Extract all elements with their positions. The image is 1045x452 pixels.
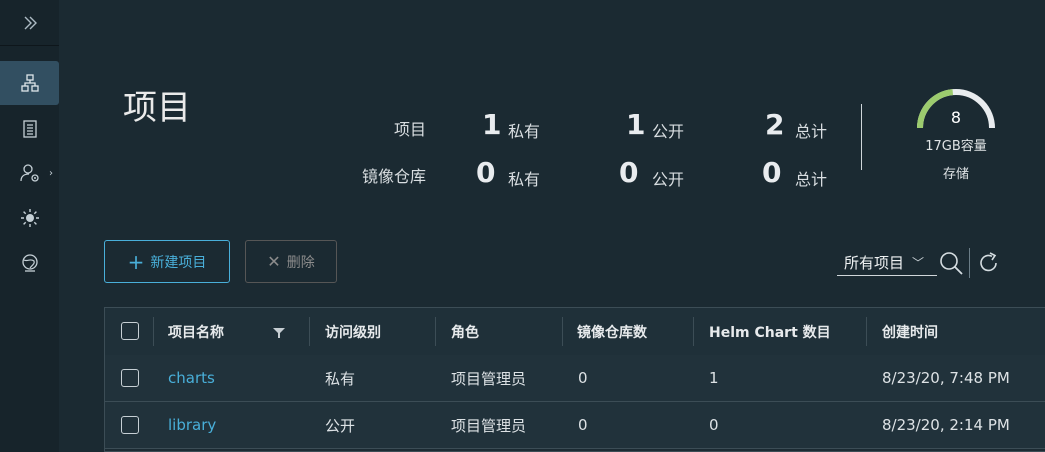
projects-total-count: 2 bbox=[765, 108, 785, 141]
column-header-repos[interactable]: 镜像仓库数 bbox=[577, 308, 647, 355]
delete-label: 删除 bbox=[286, 254, 315, 271]
repos-public-count: 0 bbox=[619, 156, 639, 189]
plus-icon: + bbox=[127, 249, 145, 274]
column-separator bbox=[562, 317, 563, 346]
role: 项目管理员 bbox=[451, 416, 527, 435]
project-name-link[interactable]: charts bbox=[168, 355, 215, 401]
delete-button[interactable]: ✕ 删除 bbox=[245, 240, 337, 283]
sitemap-icon bbox=[20, 74, 39, 92]
new-project-button[interactable]: + 新建项目 bbox=[104, 240, 230, 283]
table-row: library 公开 项目管理员 0 0 8/23/20, 2:14 PM bbox=[105, 402, 1045, 449]
page-title: 项目 bbox=[123, 88, 191, 128]
filter-icon[interactable] bbox=[273, 328, 285, 338]
sidebar-item-logs[interactable] bbox=[0, 107, 59, 151]
project-filter-select[interactable]: 所有项目 ﹀ bbox=[837, 249, 937, 276]
column-separator bbox=[693, 317, 694, 346]
select-all-checkbox[interactable] bbox=[121, 322, 139, 340]
projects-table: 项目名称 访问级别 角色 镜像仓库数 Helm Chart 数目 创建时间 ch… bbox=[104, 307, 1045, 452]
new-project-label: 新建项目 bbox=[150, 254, 207, 271]
repos-public-label: 公开 bbox=[652, 170, 685, 189]
sidebar-item-admin[interactable]: › bbox=[0, 151, 59, 195]
projects-private-label: 私有 bbox=[508, 122, 541, 141]
role: 项目管理员 bbox=[451, 369, 527, 388]
collapse-sidebar-button[interactable] bbox=[0, 0, 59, 46]
repos-total-count: 0 bbox=[762, 156, 782, 189]
projects-public-count: 1 bbox=[626, 108, 646, 141]
sidebar-item-projects[interactable] bbox=[0, 61, 59, 105]
column-separator bbox=[309, 317, 310, 346]
row-checkbox[interactable] bbox=[121, 369, 139, 387]
column-header-role[interactable]: 角色 bbox=[451, 308, 479, 355]
stats-projects-label: 项目 bbox=[393, 120, 426, 139]
creation-time: 8/23/20, 2:14 PM bbox=[882, 416, 1010, 434]
row-checkbox[interactable] bbox=[121, 416, 139, 434]
stats-divider bbox=[861, 104, 862, 170]
project-name-link[interactable]: library bbox=[168, 402, 216, 448]
storage-capacity: 17GB容量 bbox=[925, 139, 987, 154]
chevron-right-icon: › bbox=[49, 167, 53, 179]
repo-count: 0 bbox=[578, 416, 588, 434]
column-header-access[interactable]: 访问级别 bbox=[325, 308, 381, 355]
column-separator bbox=[866, 317, 867, 346]
document-list-icon bbox=[22, 120, 37, 138]
repos-private-count: 0 bbox=[476, 156, 496, 189]
sidebar-item-theme[interactable] bbox=[0, 196, 59, 240]
creation-time: 8/23/20, 7:48 PM bbox=[882, 369, 1010, 387]
column-header-name[interactable]: 项目名称 bbox=[168, 308, 224, 355]
storage-value: 8 bbox=[950, 108, 962, 127]
column-header-charts[interactable]: Helm Chart 数目 bbox=[709, 308, 831, 355]
access-level: 私有 bbox=[325, 369, 356, 388]
projects-total-label: 总计 bbox=[795, 122, 828, 141]
column-separator bbox=[435, 317, 436, 346]
close-icon: ✕ bbox=[267, 252, 281, 271]
projects-private-count: 1 bbox=[482, 108, 502, 141]
chart-count: 1 bbox=[709, 369, 719, 387]
filter-value: 所有项目 bbox=[844, 253, 905, 272]
stats-repos-label: 镜像仓库 bbox=[361, 167, 426, 186]
repos-private-label: 私有 bbox=[508, 170, 541, 189]
refresh-icon[interactable] bbox=[977, 251, 1001, 275]
sidebar-item-api[interactable] bbox=[0, 241, 59, 285]
projects-public-label: 公开 bbox=[652, 122, 685, 141]
sidebar: › bbox=[0, 0, 59, 452]
storage-label: 存储 bbox=[942, 167, 969, 182]
repos-total-label: 总计 bbox=[795, 170, 828, 189]
toolbar-separator bbox=[969, 248, 970, 278]
chevron-down-icon: ﹀ bbox=[912, 255, 925, 270]
sun-icon bbox=[20, 209, 39, 227]
search-icon[interactable] bbox=[938, 250, 964, 276]
user-settings-icon bbox=[19, 164, 39, 182]
repo-count: 0 bbox=[578, 369, 588, 387]
globe-icon bbox=[21, 254, 38, 272]
column-header-created[interactable]: 创建时间 bbox=[882, 308, 938, 355]
double-chevron-right-icon bbox=[24, 16, 37, 29]
table-row: charts 私有 项目管理员 0 1 8/23/20, 7:48 PM bbox=[105, 355, 1045, 402]
column-separator bbox=[153, 317, 154, 346]
chart-count: 0 bbox=[709, 416, 719, 434]
table-header: 项目名称 访问级别 角色 镜像仓库数 Helm Chart 数目 创建时间 bbox=[105, 308, 1045, 356]
access-level: 公开 bbox=[325, 416, 356, 435]
